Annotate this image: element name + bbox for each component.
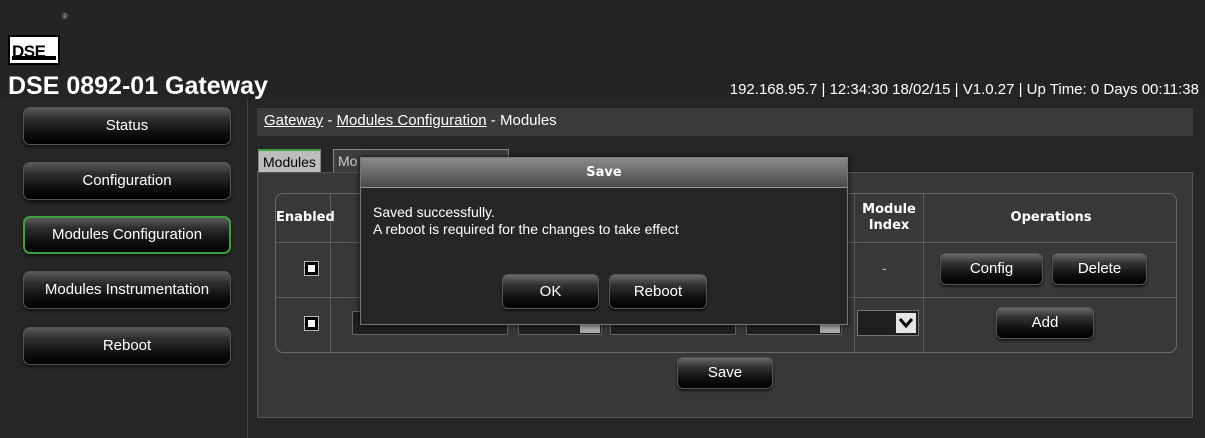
- breadcrumb-separator: -: [323, 112, 337, 129]
- config-button[interactable]: Config: [940, 253, 1043, 285]
- breadcrumb-gateway-link[interactable]: Gateway: [264, 112, 323, 129]
- sidebar-item-status[interactable]: Status: [23, 107, 231, 145]
- row-1-module-index: -: [882, 260, 887, 276]
- delete-button[interactable]: Delete: [1052, 253, 1147, 285]
- header-enabled: Enabled: [276, 210, 335, 225]
- trademark-mark: ®: [62, 12, 68, 21]
- breadcrumb: Gateway - Modules Configuration - Module…: [257, 108, 1193, 136]
- sidebar-item-modules-configuration[interactable]: Modules Configuration: [23, 216, 231, 254]
- row-1-enabled-checkbox[interactable]: [304, 261, 319, 276]
- save-dialog: Save Saved successfully. A reboot is req…: [360, 157, 848, 325]
- dialog-message-line-2: A reboot is required for the changes to …: [373, 221, 679, 237]
- reboot-button[interactable]: Reboot: [609, 274, 707, 309]
- header-operations: Operations: [1010, 210, 1092, 225]
- sidebar-item-modules-instrumentation[interactable]: Modules Instrumentation: [23, 271, 231, 309]
- dse-logo: DSE: [8, 35, 60, 65]
- logo-underline: [12, 56, 56, 60]
- tab-modules[interactable]: Modules: [258, 149, 321, 173]
- sidebar-item-reboot[interactable]: Reboot: [23, 327, 231, 365]
- row-2-enabled-checkbox[interactable]: [304, 316, 319, 331]
- ok-button[interactable]: OK: [502, 274, 599, 309]
- module-index-dropdown[interactable]: [857, 310, 919, 336]
- dialog-message-line-1: Saved successfully.: [373, 204, 495, 220]
- column-divider: [854, 194, 855, 352]
- header: DSE ® DSE 0892-01 Gateway 192.168.95.7 |…: [0, 0, 1205, 100]
- dialog-title: Save: [361, 158, 847, 188]
- breadcrumb-current: Modules: [499, 112, 557, 129]
- breadcrumb-separator: -: [486, 112, 500, 129]
- page-title: DSE 0892-01 Gateway: [8, 72, 268, 100]
- chevron-down-icon[interactable]: [895, 312, 917, 334]
- status-line: 192.168.95.7 | 12:34:30 18/02/15 | V1.0.…: [729, 81, 1199, 98]
- breadcrumb-modules-configuration-link[interactable]: Modules Configuration: [337, 112, 487, 129]
- sidebar-item-configuration[interactable]: Configuration: [23, 162, 231, 200]
- save-button[interactable]: Save: [677, 357, 773, 389]
- add-button[interactable]: Add: [996, 307, 1094, 339]
- sidebar: Status Configuration Modules Configurati…: [0, 100, 248, 438]
- header-module-index: Module Index: [862, 202, 916, 233]
